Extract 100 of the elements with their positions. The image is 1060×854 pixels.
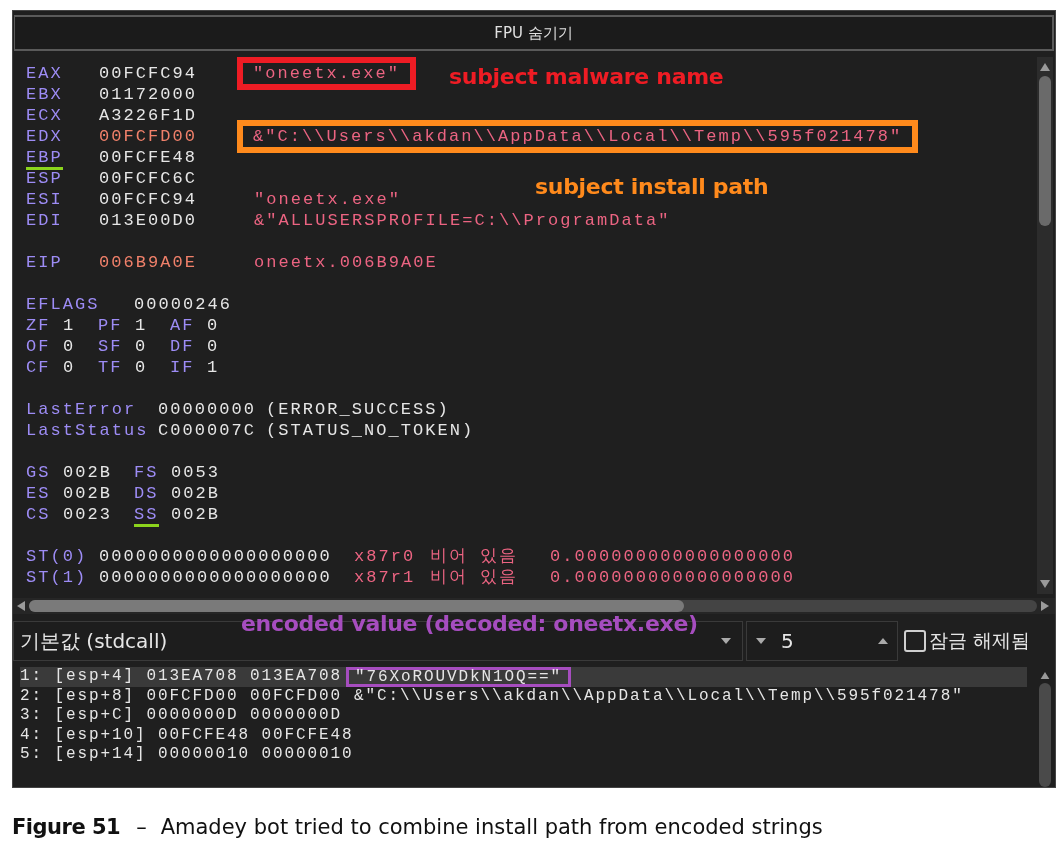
stack-row[interactable]: 3: [esp+C] 0000000D 0000000D [20, 706, 1027, 726]
horizontal-scrollbar[interactable] [13, 598, 1055, 614]
caret-down-icon[interactable] [755, 637, 767, 645]
stack-entry: 1: [esp+4] 013EA708 013EA708 [20, 667, 343, 687]
figure-number: Figure 51 [12, 815, 121, 839]
highlighted-string: &"C:\\Users\\akdan\\AppData\\Local\\Temp\\595f021478" [237, 120, 919, 153]
float-value: 0.000000000000000000 [550, 546, 796, 567]
argument-count-spinbox[interactable]: 5 [746, 621, 898, 661]
register-name: LastError [26, 399, 138, 420]
register-name: ST(1) [26, 567, 89, 588]
register-label: x87r0 [354, 546, 417, 567]
register-name: ESP [26, 169, 63, 188]
stack-comment: &"C:\\Users\\akdan\\AppData\\Local\\Temp\\595f021478" [354, 686, 964, 706]
vertical-scrollbar[interactable] [1037, 57, 1053, 594]
stack-entry: 5: [esp+14] 00000010 00000010 [20, 745, 354, 765]
stack-row[interactable]: 1: [esp+4] 013EA708 013EA708 "76XoROUVDkN1OQ==" [20, 667, 1027, 687]
register-comment: &"ALLUSERSPROFILE=C:\\ProgramData" [254, 210, 671, 231]
flag-value: 1 [135, 315, 148, 336]
flag-value: 1 [63, 315, 76, 336]
fpu-toggle-button[interactable]: FPU 숨기기 [14, 15, 1054, 51]
register-name: ST(0) [26, 546, 89, 567]
flag-name: ZF [26, 315, 52, 336]
register-name: EBX [26, 85, 63, 104]
tag-text: 비어 있음 [430, 567, 520, 588]
flag-value: 0 [135, 357, 148, 378]
stack-row[interactable]: 5: [esp+14] 00000010 00000010 [20, 745, 1027, 765]
register-value: 0000000000000000000 [99, 567, 333, 588]
register-value: C000007C [158, 420, 257, 441]
register-value: 00000246 [134, 294, 232, 315]
scroll-up-arrow-icon[interactable] [1040, 672, 1050, 679]
register-name: SS [134, 505, 159, 527]
register-name: GS [26, 463, 51, 482]
register-comment: (ERROR_SUCCESS) [266, 399, 450, 420]
flag-name: SF [98, 336, 124, 357]
register-name: EDX [26, 127, 63, 146]
stack-entry: 2: [esp+8] 00FCFD00 00FCFD00 [20, 686, 343, 706]
flag-name: IF [170, 357, 196, 378]
caret-icon [720, 637, 732, 645]
lock-checkbox[interactable] [904, 630, 926, 652]
register-name: EAX [26, 64, 63, 83]
scrollbar-thumb[interactable] [29, 600, 684, 612]
flag-value: 0 [63, 336, 76, 357]
dropdown-value: 기본값 (stdcall) [20, 627, 168, 655]
register-name: LastStatus [26, 420, 150, 441]
register-name: EFLAGS [26, 294, 101, 315]
tag-text: 비어 있음 [430, 546, 520, 567]
register-name: DS [134, 484, 159, 503]
register-value: 00FCFC94 [99, 189, 198, 210]
flag-name: PF [98, 315, 124, 336]
flag-name: OF [26, 336, 52, 357]
register-value: 006B9A0E [99, 252, 198, 273]
float-value: 0.000000000000000000 [550, 567, 796, 588]
register-value: A3226F1D [99, 105, 198, 126]
register-value: 00FCFC6C [99, 168, 198, 189]
flag-value: 0 [63, 357, 76, 378]
register-value: 002B [171, 504, 220, 525]
register-name: EIP [26, 252, 64, 273]
stack-row[interactable]: 4: [esp+10] 00FCFE48 00FCFE48 [20, 725, 1027, 745]
scrollbar-thumb[interactable] [1039, 76, 1051, 226]
register-value: 01172000 [99, 84, 198, 105]
register-label: x87r1 [354, 567, 417, 588]
annotation-label: subject malware name [449, 64, 724, 89]
scroll-left-arrow-icon[interactable] [17, 601, 25, 611]
register-comment: (STATUS_NO_TOKEN) [266, 420, 475, 441]
register-value: 0000000000000000000 [99, 546, 333, 567]
flag-value: 0 [207, 315, 220, 336]
scroll-up-arrow-icon[interactable] [1040, 63, 1050, 71]
figure-caption: Amadey bot tried to combine install path from encoded strings [160, 815, 823, 839]
checkbox-label: 잠금 해제됨 [929, 628, 1031, 653]
caption-dash: – [136, 815, 147, 839]
scroll-right-arrow-icon[interactable] [1041, 601, 1049, 611]
scroll-down-arrow-icon[interactable] [1040, 580, 1050, 588]
highlighted-string: "76XoROUVDkN1OQ==" [346, 666, 572, 687]
register-value: 00FCFD00 [99, 126, 198, 147]
flag-name: DF [170, 336, 196, 357]
flag-value: 0 [207, 336, 220, 357]
scrollbar-thumb[interactable] [1039, 682, 1051, 787]
register-name: EBP [26, 148, 63, 170]
register-comment: "oneetx.exe" [254, 189, 402, 210]
register-name: ESI [26, 190, 63, 209]
register-value: 0053 [171, 462, 220, 483]
flag-value: 1 [207, 357, 220, 378]
register-name: ES [26, 484, 51, 503]
register-value: 002B [171, 483, 220, 504]
register-value: 00FCFE48 [99, 147, 198, 168]
register-name: FS [134, 463, 159, 482]
register-comment: oneetx.006B9A0E [254, 252, 438, 273]
register-value: 013E00D0 [99, 210, 198, 231]
register-value: 002B [63, 462, 112, 483]
flag-name: TF [98, 357, 124, 378]
stack-entry: 4: [esp+10] 00FCFE48 00FCFE48 [20, 725, 354, 745]
annotation-label: subject install path [535, 174, 769, 199]
stack-entry: 3: [esp+C] 0000000D 0000000D [20, 706, 343, 726]
register-value: 002B [63, 483, 112, 504]
register-value: 00000000 [158, 399, 257, 420]
stack-row[interactable]: 2: [esp+8] 00FCFD00 00FCFD00 &"C:\\Users\\akdan\\AppData\\Local\\Temp\\595f021478" [20, 686, 1027, 706]
register-name: CS [26, 505, 51, 524]
caret-up-icon[interactable] [877, 637, 889, 645]
register-value: 0023 [63, 504, 112, 525]
flag-value: 0 [135, 336, 148, 357]
